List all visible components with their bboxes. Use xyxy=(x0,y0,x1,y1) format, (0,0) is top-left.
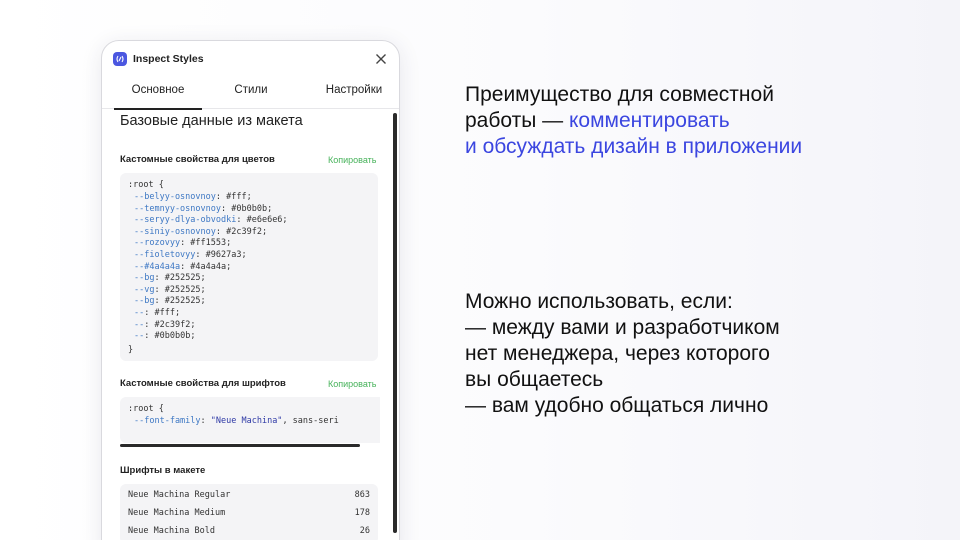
code-var-name: --vg xyxy=(134,284,155,295)
font-name: Neue Machina Regular xyxy=(128,490,231,500)
usage-line-5: — вам удобно общаться лично xyxy=(465,394,769,417)
horizontal-scrollbar[interactable] xyxy=(120,444,360,447)
tab-bar: Основное Стили Настройки xyxy=(102,77,399,110)
table-row: Neue Machina Regular 863 xyxy=(120,486,378,504)
code-var-name: --fioletovyy xyxy=(134,250,196,260)
table-row: Neue Machina Medium 178 xyxy=(120,504,378,522)
tab-osnovnoe[interactable]: Основное xyxy=(114,77,202,110)
code-rest: , sans-seri xyxy=(282,416,339,426)
page-heading: Базовые данные из макета xyxy=(120,113,303,129)
font-count: 178 xyxy=(354,508,370,518)
usage-line-2: — между вами и разработчиком xyxy=(465,316,780,339)
code-var-value: #2c39f2; xyxy=(221,226,268,237)
code-var-name: --siniy-osnovnoy xyxy=(134,226,216,237)
fonts-table: Neue Machina Regular 863 Neue Machina Me… xyxy=(120,484,378,540)
code-string: "Neue Machina" xyxy=(210,416,283,426)
benefit-line-3: и обсуждать дизайн в приложении xyxy=(465,135,803,158)
code-var-value: #4a4a4a; xyxy=(185,261,232,272)
code-line: --: #2c39f2; xyxy=(134,319,196,330)
code-var-name: -- xyxy=(134,331,145,342)
code-var-value: #fff; xyxy=(149,308,181,318)
code-line: --bg: #252525; xyxy=(134,296,206,307)
usage-line-4: вы общаетесь xyxy=(465,368,604,391)
code-line: --#4a4a4a: #4a4a4a; xyxy=(134,261,232,272)
panel-titlebar: Inspect Styles xyxy=(102,41,399,77)
code-line: --temnyy-osnovnoy: #0b0b0b; xyxy=(134,203,273,214)
usage-line-1: Можно использовать, если: xyxy=(465,290,733,313)
code-var-value: #e6e6e6; xyxy=(241,215,288,226)
code-var-value: #0b0b0b; xyxy=(226,203,273,214)
code-var-value: #ff1553; xyxy=(185,238,232,249)
code-var-name: --bg xyxy=(134,273,155,284)
code-var-name: --rozovyy xyxy=(134,238,181,249)
code-var-value: #2c39f2; xyxy=(149,319,196,330)
code-var-name: --temnyy-osnovnoy xyxy=(134,203,221,214)
usage-line-3: нет менеджера, через которого xyxy=(465,342,770,365)
code-var-value: #9627a3; xyxy=(200,250,247,260)
benefit-line-2: работы — комментировать xyxy=(465,108,730,134)
code-root-close: } xyxy=(128,345,134,355)
code-line: --rozovyy: #ff1553; xyxy=(134,238,232,249)
font-name: Neue Machina Bold xyxy=(128,526,215,536)
code-var-name: --#4a4a4a xyxy=(134,261,181,272)
benefit-line-2-plain: работы — xyxy=(465,109,569,132)
code-var-value: #fff; xyxy=(221,192,252,202)
code-line: --font-family: "Neue Machina", sans-seri xyxy=(134,416,339,426)
code-var-name: --seryy-dlya-obvodki xyxy=(134,215,237,226)
font-count: 863 xyxy=(354,490,370,500)
tab-stili[interactable]: Стили xyxy=(210,77,292,109)
code-line: --vg: #252525; xyxy=(134,284,206,295)
panel-title: Inspect Styles xyxy=(133,53,204,65)
fonts-section-title: Шрифты в макете xyxy=(120,465,206,476)
close-icon[interactable] xyxy=(375,52,387,64)
code-line: --siniy-osnovnoy: #2c39f2; xyxy=(134,226,268,237)
fonts-code-block: :root { --font-family: "Neue Machina", s… xyxy=(120,397,380,443)
code-line: --belyy-osnovnoy: #fff; xyxy=(134,192,252,202)
tab-nastroyki[interactable]: Настройки xyxy=(310,77,398,109)
font-count: 26 xyxy=(359,526,370,536)
code-var-name: -- xyxy=(134,319,145,330)
inspect-styles-panel: Inspect Styles Основное Стили Настройки … xyxy=(101,40,400,540)
code-var-name: --belyy-osnovnoy xyxy=(134,192,216,202)
font-name: Neue Machina Medium xyxy=(128,508,226,518)
colors-code-block: :root { --belyy-osnovnoy: #fff; --temnyy-… xyxy=(120,173,378,361)
code-line: --bg: #252525; xyxy=(134,273,206,284)
code-line: --: #0b0b0b; xyxy=(134,331,196,342)
code-var-value: #0b0b0b; xyxy=(149,331,196,342)
code-line: --seryy-dlya-obvodki: #e6e6e6; xyxy=(134,215,288,226)
benefit-accent: комментировать xyxy=(569,109,730,132)
copy-fonts-button[interactable]: Копировать xyxy=(328,379,376,389)
code-line: --: #fff; xyxy=(134,308,181,318)
vertical-scrollbar[interactable] xyxy=(393,113,397,533)
code-var-name: -- xyxy=(134,308,145,318)
code-var-value: #252525; xyxy=(159,296,206,307)
code-root-open: :root { xyxy=(128,180,164,190)
code-prop: --font-family xyxy=(134,416,201,426)
benefit-line-1: Преимущество для совместной xyxy=(465,83,774,106)
fonts-props-section-title: Кастомные свойства для шрифтов xyxy=(120,378,286,389)
code-line: --fioletovyy: #9627a3; xyxy=(134,250,247,260)
code-var-name: --bg xyxy=(134,296,155,307)
table-row: Neue Machina Bold 26 xyxy=(120,522,378,540)
code-var-value: #252525; xyxy=(159,284,206,295)
code-var-value: #252525; xyxy=(159,273,206,284)
colors-section-title: Кастомные свойства для цветов xyxy=(120,154,275,165)
app-logo-icon xyxy=(113,52,127,66)
code-root-open: :root { xyxy=(128,404,164,414)
copy-colors-button[interactable]: Копировать xyxy=(328,155,376,165)
